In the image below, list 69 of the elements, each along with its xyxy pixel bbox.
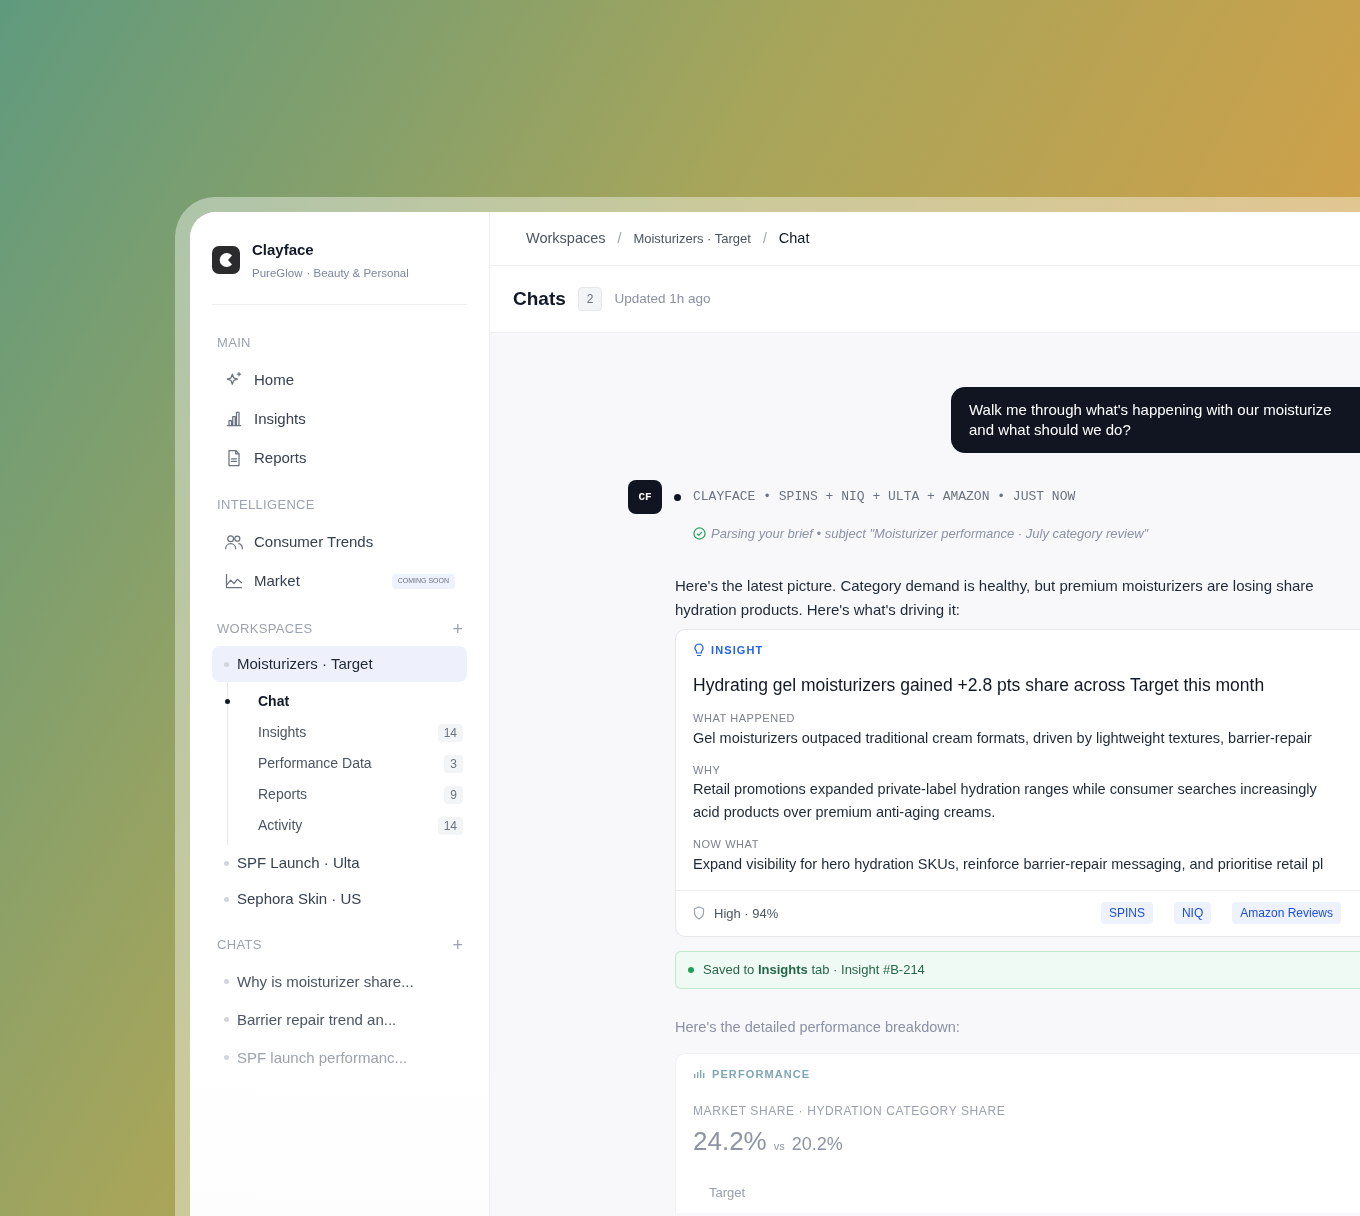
section-heading: CHATS (217, 936, 262, 955)
org-name: PureGlow (252, 265, 303, 281)
source-tag: SPINS (1100, 902, 1153, 925)
chat-item[interactable]: Barrier repair trend an... (212, 1000, 467, 1039)
nav-item[interactable]: Insights (212, 399, 467, 439)
logo-icon (212, 246, 240, 275)
bullet-icon (224, 860, 229, 866)
app-name: Clayface (252, 240, 315, 260)
nav-item[interactable]: Consumer Trends (212, 522, 467, 562)
breadcrumb-link[interactable]: Moisturizers · Target (633, 228, 751, 249)
user-message: Walk me through what's happening with our moisturize and what should we do? (951, 387, 1360, 453)
card-label: PERFORMANCE (712, 1066, 811, 1082)
insight-title: Hydrating gel moisturizers gained +2.8 pts share across Target this month (693, 674, 1266, 697)
bullet-icon (224, 1055, 229, 1061)
chat-item[interactable]: Why is moisturizer share... (212, 962, 467, 1001)
page-title: Chats (513, 286, 566, 311)
count-badge: 14 (437, 816, 463, 835)
subnav-item[interactable]: Activity 14 (228, 810, 467, 842)
confidence-text: High · 94% (714, 904, 779, 923)
metric-label: MARKET SHARE · HYDRATION CATEGORY SHARE (693, 1103, 1007, 1120)
subnav-item[interactable]: Chat (228, 686, 467, 718)
message-meta: CLAYFACE • SPINS + NIQ + ULTA + AMAZON • JUST NOW (693, 488, 1076, 507)
source-tag: NIQ (1173, 902, 1212, 925)
section-text: Gel moisturizers outpaced traditional cream formats, driven by lightweight textures, barrier-repair (693, 728, 1313, 748)
updated-time: Updated 1h ago (614, 289, 711, 308)
vs-label: vs (773, 1139, 785, 1154)
subnav-item[interactable]: Insights 14 (228, 717, 467, 749)
compare-value: 20.2% (791, 1133, 843, 1156)
breadcrumb-separator: / (762, 229, 767, 248)
parsing-status: Parsing your brief • subject "Moisturizer performance · July category review" (711, 525, 1149, 543)
count-badge: 14 (437, 723, 463, 742)
source-tag: Amazon Reviews (1232, 902, 1341, 925)
legend-label: Target (709, 1184, 747, 1202)
section-label: WHY (693, 762, 722, 778)
saved-text: Saved to Insights tab · Insight #B-214 (703, 961, 925, 979)
assistant-message: Here's the latest picture. Category demand is healthy, but premium moisturizers are losing share hydration products. Here's what's driving it: (675, 575, 1315, 620)
section-heading: WORKSPACES (217, 619, 313, 638)
bullet-icon (224, 1017, 229, 1023)
shield-icon (693, 906, 705, 921)
metric-value: 24.2% (693, 1125, 767, 1158)
workspace-item[interactable]: Moisturizers · Target (212, 646, 467, 683)
count-badge: 9 (444, 785, 463, 804)
bullet-icon (224, 661, 229, 667)
section-heading: MAIN (217, 333, 251, 352)
workspace-item[interactable]: Sephora Skin · US (212, 881, 467, 918)
nav-item[interactable]: Home (212, 360, 467, 400)
section-text: Retail promotions expanded private-label hydration ranges while consumer searches increasingly acid products over premium anti-aging creams. (693, 780, 1318, 823)
nav-item[interactable]: Reports (212, 438, 467, 478)
check-circle-icon (693, 527, 706, 541)
subnav-item[interactable]: Reports 9 (228, 779, 467, 811)
bar-chart-icon (693, 1068, 705, 1080)
assistant-avatar: CF (628, 480, 662, 514)
lightbulb-icon (693, 642, 705, 657)
section-label: NOW WHAT (693, 837, 760, 853)
bullet-icon (224, 979, 229, 985)
subnav-item[interactable]: Performance Data 3 (228, 748, 467, 780)
count-badge: 3 (444, 754, 463, 773)
assistant-message: Here's the detailed performance breakdown: (675, 1017, 961, 1037)
section-label: WHAT HAPPENED (693, 711, 797, 727)
section-heading: INTELLIGENCE (217, 496, 315, 515)
breadcrumb-link[interactable]: Chat (778, 227, 810, 250)
count-badge: 2 (577, 287, 603, 311)
org-category: · Beauty & Personal (306, 265, 409, 281)
breadcrumb-separator: / (617, 229, 622, 248)
card-label: INSIGHT (711, 642, 764, 658)
section-text: Expand visibility for hero hydration SKUs, reinforce barrier-repair messaging, and prioritise retail pl (693, 854, 1325, 874)
breadcrumb-link[interactable]: Workspaces (526, 227, 606, 250)
bullet-icon (224, 896, 229, 902)
workspace-item[interactable]: SPF Launch · Ulta (212, 845, 467, 882)
